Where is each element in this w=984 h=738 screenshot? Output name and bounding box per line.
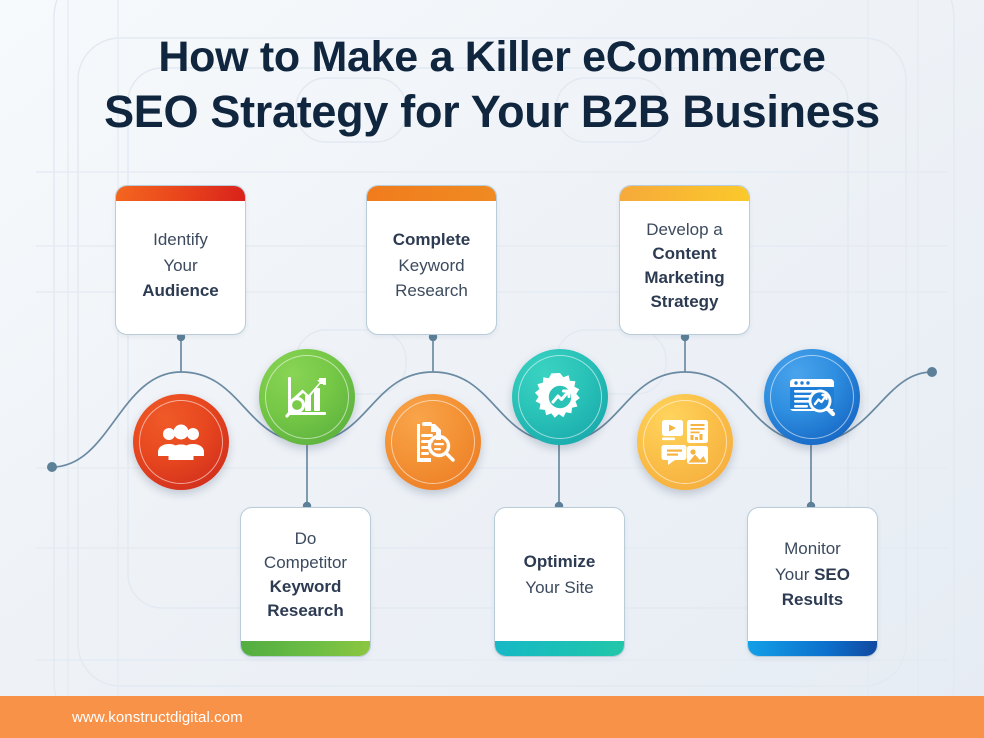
card-text: Monitor Your SEO Results	[775, 536, 850, 613]
step-icon-complete-keyword-research[interactable]	[385, 394, 481, 490]
card-line-1: Monitor	[784, 539, 841, 559]
card-body: Develop a Content Marketing Strategy	[620, 201, 749, 334]
card-text: Do Competitor Keyword Research	[264, 527, 347, 623]
card-line-2: Your	[163, 255, 198, 275]
card-line-4: Research	[267, 600, 344, 620]
step-card-monitor-seo-results[interactable]: Monitor Your SEO Results	[747, 507, 878, 657]
people-group-icon	[155, 416, 207, 468]
card-line-1: Develop a	[646, 219, 723, 239]
card-line-2b: SEO	[814, 564, 850, 584]
card-text: Optimize Your Site	[524, 549, 596, 600]
card-accent-bar	[367, 186, 496, 201]
card-body: Complete Keyword Research	[367, 201, 496, 334]
card-line-2: Content	[652, 243, 717, 263]
step-icon-content-marketing-strategy[interactable]	[637, 394, 733, 490]
bar-chart-search-icon	[281, 371, 333, 423]
card-body: Do Competitor Keyword Research	[241, 508, 370, 641]
card-accent-bar	[748, 641, 877, 656]
card-body: Optimize Your Site	[495, 508, 624, 641]
step-icon-monitor-seo-results[interactable]	[764, 349, 860, 445]
card-line-3: Marketing	[644, 267, 725, 287]
document-search-icon	[407, 416, 459, 468]
card-text: Identify Your Audience	[142, 227, 219, 304]
card-line-3: Results	[781, 590, 844, 610]
card-line-1: Optimize	[523, 552, 596, 571]
step-card-content-marketing-strategy[interactable]: Develop a Content Marketing Strategy	[619, 185, 750, 335]
card-accent-bar	[495, 641, 624, 656]
title-line-1: How to Make a Killer eCommerce	[158, 33, 826, 81]
card-line-2: Your Site	[525, 577, 594, 597]
page-title: How to Make a Killer eCommerce SEO Strat…	[0, 30, 984, 140]
step-icon-optimize-your-site[interactable]	[512, 349, 608, 445]
card-line-1: Do	[294, 528, 317, 548]
browser-analytics-icon	[786, 371, 838, 423]
card-text: Complete Keyword Research	[393, 227, 470, 304]
step-card-complete-keyword-research[interactable]: Complete Keyword Research	[366, 185, 497, 335]
card-line-4: Strategy	[650, 291, 719, 311]
gear-growth-icon	[534, 371, 586, 423]
step-card-optimize-your-site[interactable]: Optimize Your Site	[494, 507, 625, 657]
card-body: Identify Your Audience	[116, 201, 245, 334]
card-line-2: Keyword	[398, 255, 465, 275]
card-accent-bar	[620, 186, 749, 201]
card-body: Monitor Your SEO Results	[748, 508, 877, 641]
card-accent-bar	[241, 641, 370, 656]
card-line-3: Keyword	[269, 576, 342, 596]
card-line-3: Research	[395, 281, 468, 301]
card-line-3: Audience	[142, 281, 219, 301]
footer-website-url[interactable]: www.konstructdigital.com	[72, 709, 243, 726]
card-line-1: Identify	[153, 230, 208, 250]
card-line-2a: Your	[775, 564, 815, 584]
step-card-competitor-keyword-research[interactable]: Do Competitor Keyword Research	[240, 507, 371, 657]
step-icon-identify-audience[interactable]	[133, 394, 229, 490]
card-line-2: Competitor	[263, 552, 348, 572]
step-card-identify-audience[interactable]: Identify Your Audience	[115, 185, 246, 335]
card-line-1: Complete	[392, 230, 471, 250]
card-text: Develop a Content Marketing Strategy	[644, 218, 724, 314]
card-accent-bar	[116, 186, 245, 201]
step-icon-competitor-keyword-research[interactable]	[259, 349, 355, 445]
title-line-2: SEO Strategy for Your B2B Business	[104, 86, 880, 137]
content-media-grid-icon	[659, 416, 711, 468]
footer-bar: www.konstructdigital.com	[0, 696, 984, 738]
